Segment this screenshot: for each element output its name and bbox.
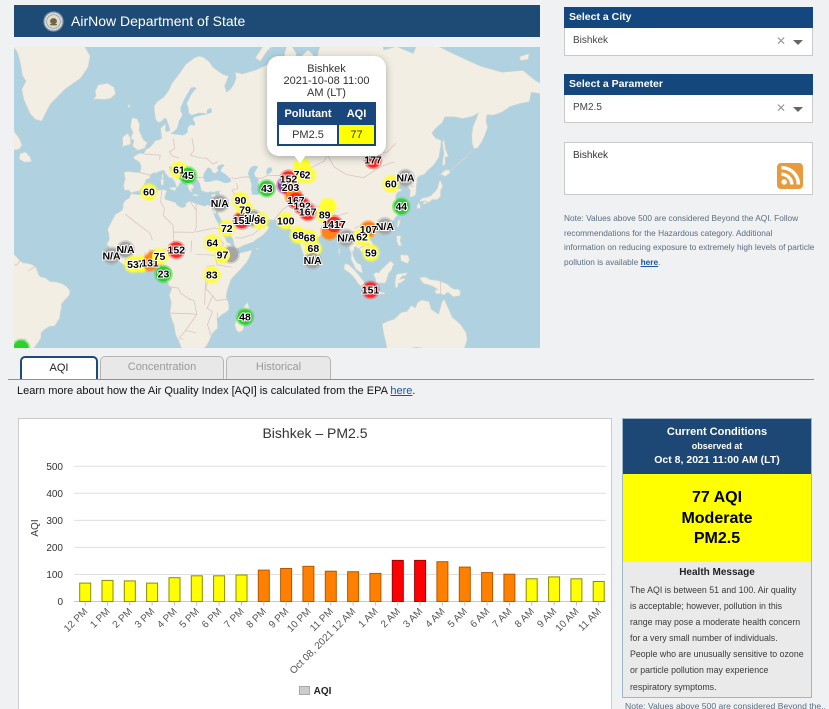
- svg-text:59: 59: [365, 248, 377, 260]
- svg-text:8 AM: 8 AM: [513, 606, 537, 630]
- svg-text:68: 68: [292, 230, 304, 242]
- svg-text:N/A: N/A: [102, 250, 121, 262]
- svg-text:1417: 1417: [322, 219, 346, 231]
- svg-text:300: 300: [46, 516, 63, 527]
- svg-text:11 AM: 11 AM: [577, 606, 604, 633]
- svg-text:2 AM: 2 AM: [379, 606, 403, 630]
- svg-text:2 PM: 2 PM: [111, 606, 135, 630]
- svg-text:167: 167: [299, 207, 317, 219]
- svg-text:1 AM: 1 AM: [357, 606, 381, 630]
- svg-text:5 AM: 5 AM: [446, 606, 470, 630]
- svg-text:0: 0: [57, 597, 63, 608]
- svg-text:N/A: N/A: [337, 233, 356, 245]
- svg-text:177: 177: [364, 155, 382, 167]
- svg-text:75: 75: [154, 251, 166, 263]
- svg-text:45: 45: [182, 170, 194, 182]
- svg-text:8 PM: 8 PM: [245, 606, 269, 630]
- svg-text:4 PM: 4 PM: [155, 606, 179, 630]
- svg-text:96: 96: [254, 215, 266, 227]
- svg-text:100: 100: [277, 216, 295, 228]
- svg-text:151: 151: [233, 215, 251, 227]
- svg-text:N/A: N/A: [397, 173, 416, 185]
- svg-text:203: 203: [282, 182, 300, 194]
- svg-text:60: 60: [385, 179, 397, 191]
- svg-text:3 PM: 3 PM: [133, 606, 157, 630]
- svg-text:83: 83: [206, 270, 218, 282]
- svg-text:43: 43: [261, 183, 273, 195]
- svg-text:10 PM: 10 PM: [285, 606, 313, 634]
- svg-text:400: 400: [46, 489, 63, 500]
- svg-text:5 PM: 5 PM: [178, 606, 202, 630]
- svg-text:7 PM: 7 PM: [222, 606, 246, 630]
- svg-text:48: 48: [239, 312, 251, 324]
- svg-text:23: 23: [158, 269, 170, 281]
- svg-text:152: 152: [168, 245, 186, 257]
- svg-text:N/A: N/A: [211, 198, 230, 210]
- svg-text:200: 200: [46, 543, 63, 554]
- svg-text:97: 97: [217, 250, 229, 262]
- svg-text:44: 44: [395, 201, 407, 213]
- svg-text:68: 68: [308, 243, 320, 255]
- svg-text:64: 64: [206, 238, 218, 250]
- svg-text:4 AM: 4 AM: [424, 606, 448, 630]
- svg-text:AQI: AQI: [30, 519, 41, 536]
- svg-text:N/A: N/A: [376, 221, 395, 233]
- svg-text:100: 100: [46, 570, 63, 581]
- svg-text:1 PM: 1 PM: [88, 606, 112, 630]
- svg-text:10 AM: 10 AM: [554, 606, 582, 634]
- svg-text:3 AM: 3 AM: [401, 606, 425, 630]
- svg-text:72: 72: [221, 223, 233, 235]
- svg-text:6 PM: 6 PM: [200, 606, 224, 630]
- svg-text:500: 500: [46, 462, 63, 473]
- svg-text:6 AM: 6 AM: [468, 606, 492, 630]
- svg-text:62: 62: [356, 232, 368, 244]
- svg-text:2: 2: [305, 170, 311, 182]
- svg-text:N/A: N/A: [304, 255, 323, 267]
- svg-text:60: 60: [143, 187, 155, 199]
- svg-text:151: 151: [362, 285, 380, 297]
- svg-text:7 AM: 7 AM: [491, 606, 515, 630]
- svg-text:12 PM: 12 PM: [62, 606, 90, 634]
